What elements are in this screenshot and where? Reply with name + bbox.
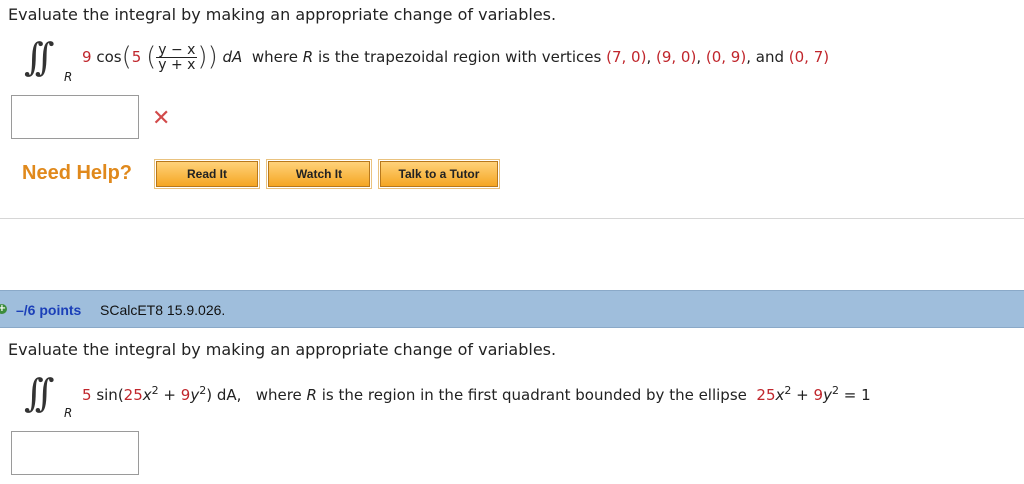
integrand-2-coefficient: 5 xyxy=(82,386,92,404)
and-text: and xyxy=(755,48,784,66)
double-integral-sign-2: ∫∫ xyxy=(24,371,54,415)
question-2-id: SCalcET8 15.9.026. xyxy=(100,302,226,318)
term-2-coef: 9 xyxy=(180,386,191,404)
integral-subscript: R xyxy=(64,70,73,84)
vertex-3: (0, 9) xyxy=(705,48,747,66)
vertex-4: (0, 7) xyxy=(788,48,830,66)
incorrect-x-icon: ✕ xyxy=(152,106,171,131)
region-label: R xyxy=(302,48,314,66)
talk-to-tutor-button[interactable]: Talk to a Tutor xyxy=(378,159,500,189)
read-it-button[interactable]: Read It xyxy=(154,159,260,189)
region-label-2: R xyxy=(306,386,317,404)
open-paren-inner: ( xyxy=(146,42,157,72)
where-text: where xyxy=(251,48,298,66)
expand-plus-icon[interactable]: + xyxy=(0,304,7,314)
integrand: 9 cos ( 5 ( y − x y + x )) dA where R is… xyxy=(82,41,830,73)
ellipse-coef-2: 9 xyxy=(813,386,824,404)
integrand-2-function: sin( xyxy=(96,386,124,404)
question-2-prompt: Evaluate the integral by making an appro… xyxy=(8,340,557,359)
fraction-denominator: y + x xyxy=(158,56,196,73)
fraction-numerator: y − x xyxy=(156,41,198,58)
region-description-2: is the region in the first quadrant boun… xyxy=(321,386,747,404)
term-1-var: x xyxy=(142,386,152,404)
integrand-2: 5 sin(25x2 + 9y2) dA, where R is the reg… xyxy=(82,384,871,404)
watch-it-button[interactable]: Watch It xyxy=(266,159,372,189)
integrand-function: cos xyxy=(96,48,122,66)
inner-coefficient: 5 xyxy=(131,48,142,66)
section-divider xyxy=(0,218,1024,219)
region-description: is the trapezoidal region with vertices xyxy=(317,48,602,66)
close-paren-inner: ) xyxy=(197,42,208,72)
vertex-2: (9, 0) xyxy=(656,48,697,66)
question-2-header: + –/6 points SCalcET8 15.9.026. xyxy=(0,290,1024,328)
ellipse-rhs: = 1 xyxy=(843,386,871,404)
question-2-points: –/6 points xyxy=(16,302,82,318)
differential: dA xyxy=(222,48,243,66)
where-text-2: where xyxy=(255,386,302,404)
question-1-answer-input[interactable] xyxy=(11,95,139,139)
term-2-var: y xyxy=(190,386,200,404)
integral-subscript-2: R xyxy=(64,406,73,420)
integrand-2-tail: ) dA, xyxy=(206,386,242,404)
ellipse-coef-1: 25 xyxy=(756,386,776,404)
question-2-integral: ∫∫ R 5 sin(25x2 + 9y2) dA, where R is th… xyxy=(24,372,1014,422)
close-paren: ) xyxy=(207,42,218,72)
vertex-1: (7, 0) xyxy=(606,48,647,66)
need-help-label: Need Help? xyxy=(22,162,133,184)
open-paren: ( xyxy=(121,42,132,72)
integrand-coefficient: 9 xyxy=(82,48,92,66)
double-integral-sign: ∫∫ xyxy=(24,35,54,79)
plus-sign: + xyxy=(158,386,181,404)
question-1-prompt: Evaluate the integral by making an appro… xyxy=(8,5,557,24)
question-2-answer-input[interactable] xyxy=(11,431,139,475)
fraction: y − x y + x xyxy=(156,41,198,73)
term-1-coef: 25 xyxy=(123,386,143,404)
question-1-integral: ∫∫ R 9 cos ( 5 ( y − x y + x )) dA where… xyxy=(24,36,1014,88)
